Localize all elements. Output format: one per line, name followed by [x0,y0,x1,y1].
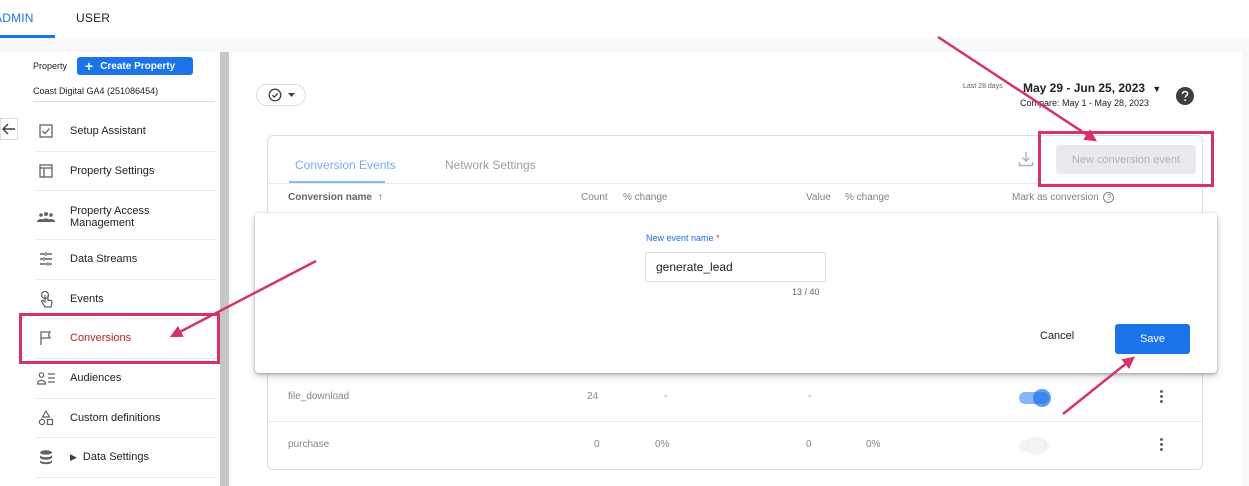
divider [36,279,216,280]
arrow-left-icon [2,123,15,135]
new-event-dialog [255,213,1217,373]
date-range-picker[interactable]: May 29 - Jun 25, 2023 ▼ [1023,81,1161,95]
status-filter-chip[interactable] [256,84,306,106]
sidebar-item-label: Events [70,293,104,305]
sidebar-item-label: Custom definitions [70,412,161,424]
more-vert-icon[interactable] [1160,390,1163,403]
database-icon [36,447,56,467]
divider [36,190,216,191]
tab-user[interactable]: USER [76,11,110,25]
date-range-preset: Last 28 days [963,83,1003,90]
cancel-button[interactable]: Cancel [1040,330,1074,342]
create-property-button[interactable]: + Create Property [77,57,193,75]
plus-icon: + [85,58,94,74]
sidebar-item-label: Data Streams [70,253,138,265]
sidebar-item-data-settings[interactable]: ▶ Data Settings [36,447,216,467]
streams-icon [36,249,56,269]
row-count: 24 [587,391,599,402]
divider [33,101,215,102]
divider [36,151,216,152]
column-header-count-change[interactable]: % change [623,192,667,203]
mark-as-conversion-toggle[interactable] [1019,437,1049,455]
row-value-change: 0% [866,439,881,450]
row-value: - [808,391,812,402]
divider [36,398,216,399]
sidebar-item-audiences[interactable]: Audiences [36,368,216,388]
back-button[interactable] [0,118,18,140]
event-name-label-text: New event name [646,233,714,243]
dropdown-arrow-icon: ▼ [1152,84,1162,94]
divider [36,437,216,438]
sidebar-item-setup-assistant[interactable]: Setup Assistant [36,121,216,141]
toggle-knob [1033,389,1051,407]
column-header-mark: Mark as conversion ? [1012,192,1115,203]
row-count-change: - [664,391,668,402]
check-circle-icon [268,88,281,102]
row-name: purchase [288,439,330,450]
shapes-icon [36,408,56,428]
download-icon[interactable] [1018,151,1034,167]
column-header-name[interactable]: Conversion name ↑ [288,192,383,203]
property-selector[interactable]: Coast Digital GA4 (251086454) [33,86,158,96]
row-count: 0 [594,439,600,450]
row-value: 0 [806,439,812,450]
sidebar-item-label: Setup Assistant [70,125,146,137]
column-header-value-change[interactable]: % change [845,192,889,203]
save-button[interactable]: Save [1115,324,1190,354]
highlight-box-new-conversion [1038,131,1214,187]
sort-arrow-up-icon: ↑ [377,192,383,203]
column-header-label: Conversion name [288,192,372,203]
sidebar-item-data-streams[interactable]: Data Streams [36,249,216,269]
divider [268,421,1202,422]
sidebar-item-property-settings[interactable]: Property Settings [36,161,216,181]
sidebar-item-label: Property Access Management [70,204,150,229]
sidebar-item-property-access[interactable]: Property Access Management [36,204,216,230]
people-icon [36,207,56,227]
top-tab-bar: ADMIN USER [0,0,1249,38]
help-icon[interactable] [1176,87,1194,105]
sidebar-item-label: Property Settings [70,165,155,177]
compare-range: Compare: May 1 - May 28, 2023 [1020,98,1150,108]
char-counter: 13 / 40 [792,287,820,297]
mark-as-conversion-toggle[interactable] [1019,389,1051,407]
property-label: Property [33,61,68,71]
more-vert-icon[interactable] [1160,438,1163,451]
touch-icon [36,289,56,309]
tab-conversion-events[interactable]: Conversion Events [295,158,396,172]
event-name-label: New event name * [646,233,720,243]
row-name: file_download [288,391,350,402]
create-property-label: Create Property [100,60,176,72]
tab-network-settings[interactable]: Network Settings [445,158,536,172]
sidebar-item-label: Audiences [70,372,122,384]
column-header-label: Mark as conversion [1012,192,1099,203]
dropdown-arrow-icon [287,93,295,97]
tab-admin[interactable]: ADMIN [0,11,34,25]
window-icon [36,161,56,181]
checkbox-icon [36,121,56,141]
audience-icon [36,368,56,388]
caret-right-icon[interactable]: ▶ [70,452,77,463]
column-header-count[interactable]: Count [581,192,608,203]
highlight-box-conversions [19,313,220,364]
required-mark: * [716,233,720,243]
toggle-knob [1027,437,1045,455]
help-outline-icon[interactable]: ? [1103,192,1115,203]
sidebar-item-events[interactable]: Events [36,289,216,309]
divider [36,477,216,478]
column-header-value[interactable]: Value [806,192,831,203]
date-range-value: May 29 - Jun 25, 2023 [1023,81,1146,95]
event-name-input[interactable] [645,252,826,282]
sidebar-item-custom-definitions[interactable]: Custom definitions [36,408,216,428]
divider [36,239,216,240]
sidebar-item-label: Data Settings [82,451,149,463]
sidebar-scrollbar[interactable] [220,52,229,486]
row-count-change: 0% [655,439,670,450]
